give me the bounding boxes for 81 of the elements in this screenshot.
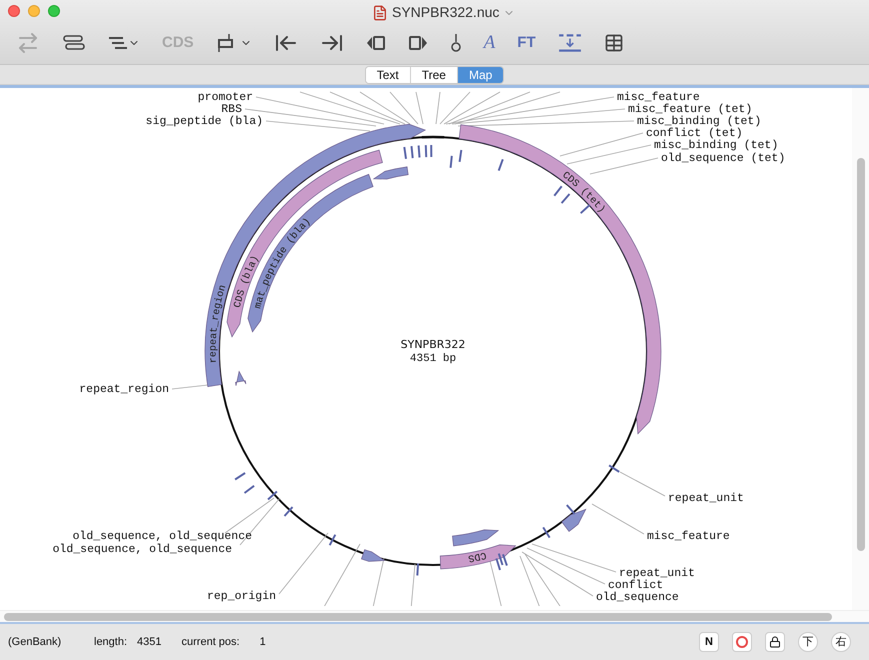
status-button[interactable]: N xyxy=(699,632,719,652)
feature-label: repeat_region xyxy=(79,383,169,396)
zoom-button[interactable] xyxy=(48,5,60,17)
leader-line xyxy=(590,158,658,174)
document-icon xyxy=(372,4,388,20)
toolbar-button[interactable] xyxy=(558,33,582,53)
window-title: SYNPBR322.nuc xyxy=(392,3,500,22)
small-arrow xyxy=(452,530,499,546)
position-label: current pos: xyxy=(182,634,240,650)
feature-tick xyxy=(566,504,576,515)
feature-tick xyxy=(458,150,462,162)
toolbar-button[interactable]: FT xyxy=(517,32,536,54)
feature-label: promoter xyxy=(198,91,253,104)
feature-label: misc_feature xyxy=(647,530,730,543)
toolbar-button[interactable]: A xyxy=(484,28,496,58)
feature-tick xyxy=(284,506,294,517)
feature-label: old_sequence (tet) xyxy=(661,152,786,165)
feature-tick xyxy=(554,186,562,196)
leader-line xyxy=(278,532,328,594)
feature-tick xyxy=(430,145,432,157)
feature-tick xyxy=(403,146,407,160)
leader-line xyxy=(410,564,416,606)
feature-tick xyxy=(608,464,620,473)
feature-insert-icon xyxy=(216,33,252,53)
feature-label: old_sequence, old_sequence xyxy=(72,530,252,543)
toolbar-button[interactable] xyxy=(604,33,624,53)
leader-line xyxy=(592,504,644,534)
feature-tick xyxy=(328,534,336,546)
feature-tick xyxy=(410,146,414,158)
feature-arrow: CDS xyxy=(440,544,516,570)
toolbar-button[interactable] xyxy=(62,35,86,51)
feature-tick xyxy=(418,145,420,158)
pin-circle-icon xyxy=(450,33,462,53)
status-button[interactable] xyxy=(765,632,785,652)
toolbar-button[interactable] xyxy=(108,35,140,51)
insert-line-icon xyxy=(558,33,582,53)
small-arrow xyxy=(361,549,385,562)
small-triangle xyxy=(235,371,246,386)
feature-label: repeat_unit xyxy=(668,492,744,505)
indent-lines-icon xyxy=(108,35,140,51)
length-value: 4351 xyxy=(137,634,162,650)
toolbar-button[interactable] xyxy=(408,35,428,51)
feature-tick xyxy=(267,490,278,500)
feature-label: misc_feature (tet) xyxy=(628,103,752,116)
status-button[interactable]: 下 xyxy=(798,632,818,652)
feature-tick xyxy=(234,472,246,480)
right-arrow-box-icon xyxy=(408,35,428,51)
feature-label: RBS xyxy=(221,103,242,116)
toolbar-button[interactable] xyxy=(450,33,462,53)
feature-tick xyxy=(560,193,570,204)
swap-icon xyxy=(16,31,40,55)
leader-line xyxy=(620,472,666,496)
position-value: 1 xyxy=(260,634,266,650)
origin-tick xyxy=(422,136,444,139)
table-icon xyxy=(604,33,624,53)
feature-tick xyxy=(416,563,420,576)
stacked-bars-icon xyxy=(62,35,86,51)
close-button[interactable] xyxy=(8,5,20,17)
feature-label: rep_origin xyxy=(206,590,276,603)
feature-label: old_sequence xyxy=(596,591,679,604)
feature-tick xyxy=(498,158,504,171)
feature-tick xyxy=(542,526,550,538)
feature-tick xyxy=(450,156,453,168)
toolbar-button[interactable] xyxy=(216,33,252,53)
feature-label: old_sequence, old_sequence xyxy=(52,543,232,556)
vertical-scrollbar[interactable] xyxy=(856,158,864,551)
format-label: (GenBank) xyxy=(8,634,62,650)
feature-tick xyxy=(424,145,428,158)
horizontal-scrollbar[interactable] xyxy=(4,612,832,620)
lock-icon xyxy=(769,636,781,648)
feature-tick xyxy=(244,485,255,494)
feature-label: repeat_unit xyxy=(619,567,695,580)
feature-label: misc_feature xyxy=(617,91,700,104)
toolbar-button[interactable] xyxy=(366,35,386,51)
small-arrow xyxy=(373,166,408,180)
feature-label: conflict xyxy=(608,579,664,592)
status-button[interactable]: 右 xyxy=(831,632,851,652)
small-arrow xyxy=(562,509,586,532)
ring-icon xyxy=(736,636,748,648)
left-arrow-box-icon xyxy=(366,35,386,51)
length-label: length: xyxy=(94,634,128,650)
